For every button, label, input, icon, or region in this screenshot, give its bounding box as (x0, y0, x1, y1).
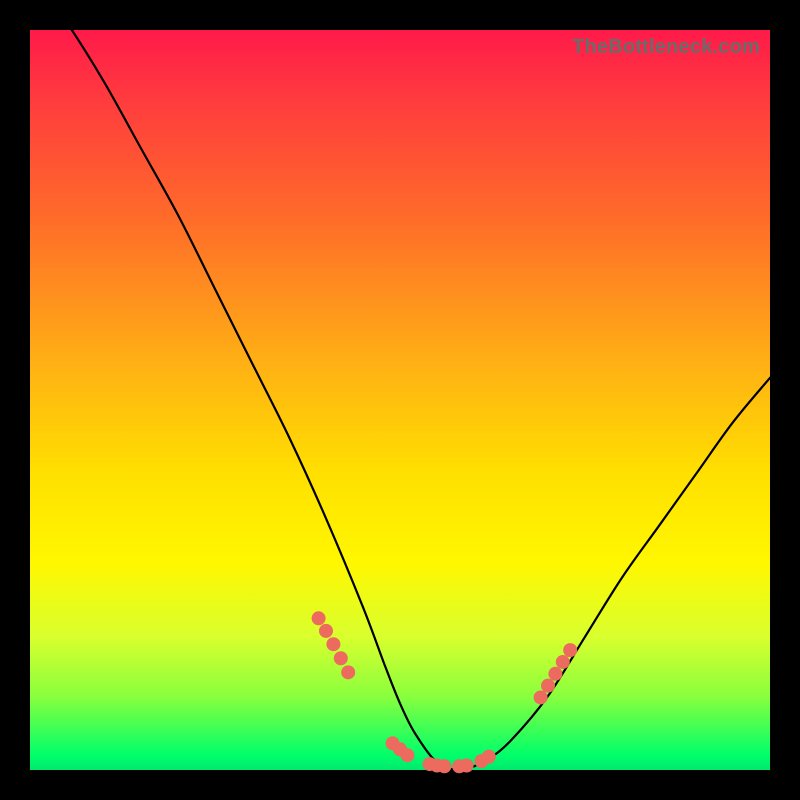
curve-marker (400, 748, 414, 762)
curve-marker (334, 651, 348, 665)
chart-canvas: TheBottleneck.com (0, 0, 800, 800)
curve-markers (312, 611, 578, 773)
curve-marker (312, 611, 326, 625)
curve-marker (534, 690, 548, 704)
curve-marker (556, 655, 570, 669)
bottleneck-curve (30, 0, 770, 770)
curve-marker (541, 679, 555, 693)
curve-marker (326, 637, 340, 651)
curve-marker (482, 750, 496, 764)
curve-marker (563, 643, 577, 657)
curve-marker (437, 759, 451, 773)
curve-marker (460, 759, 474, 773)
curve-marker (341, 665, 355, 679)
curve-marker (319, 624, 333, 638)
curve-layer (30, 30, 770, 770)
plot-area: TheBottleneck.com (30, 30, 770, 770)
curve-marker (548, 667, 562, 681)
